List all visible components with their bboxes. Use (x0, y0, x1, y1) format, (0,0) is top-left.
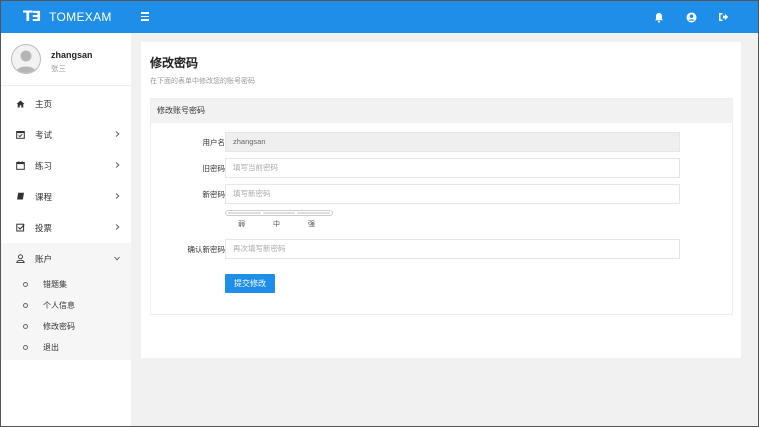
app-name: TOMEXAM (49, 10, 112, 24)
sidebar-item-label: 练习 (35, 160, 53, 171)
strength-segment (262, 212, 296, 214)
chevron-right-icon (113, 192, 121, 200)
user-real-name: 张三 (51, 64, 66, 73)
sidebar: zhangsan 张三 主页 考试 练习 课程 投票 账户 错题集 个人信息 修… (1, 33, 131, 426)
logo-mark: T∃ (23, 9, 41, 25)
strength-segment (228, 212, 261, 214)
strength-label-strong: 强 (308, 221, 315, 228)
sidebar-item-account[interactable]: 账户 (1, 243, 131, 274)
sidebar-item-course[interactable]: 课程 (1, 181, 131, 212)
account-submenu: 错题集 个人信息 修改密码 退出 (1, 274, 131, 360)
book-icon (15, 192, 25, 202)
new-password-input[interactable]: 填写新密码 (225, 184, 680, 204)
chevron-right-icon (113, 223, 121, 231)
panel-title: 修改账号密码 (151, 99, 732, 123)
submenu-item-profile[interactable]: 个人信息 (1, 295, 131, 316)
user-circle-icon[interactable] (684, 10, 698, 24)
sidebar-item-vote[interactable]: 投票 (1, 212, 131, 243)
chevron-right-icon (113, 161, 121, 169)
chevron-right-icon (113, 130, 121, 138)
strength-label-medium: 中 (273, 221, 280, 228)
confirm-password-input[interactable]: 再次填写新密码 (225, 239, 680, 259)
new-password-label: 新密码 (202, 190, 226, 199)
submenu-item-label: 个人信息 (43, 301, 75, 310)
sidebar-item-label: 课程 (35, 191, 53, 202)
app-window: T∃ TOMEXAM zhangsan 张三 主页 考试 练习 课程 投票 账户… (0, 0, 759, 427)
circle-icon (23, 324, 28, 329)
submenu-item-label: 退出 (43, 343, 59, 352)
avatar[interactable] (11, 44, 41, 74)
old-password-label: 旧密码 (202, 164, 226, 173)
content-card: 修改密码 在下面的表单中修改您的账号密码 修改账号密码 用户名 zhangsan… (141, 42, 741, 358)
submit-button[interactable]: 提交修改 (225, 274, 275, 293)
old-password-input[interactable]: 填写当前密码 (225, 158, 680, 178)
menu-toggle-icon[interactable] (141, 10, 150, 22)
submenu-item-change-password[interactable]: 修改密码 (1, 316, 131, 337)
check-square-icon (15, 223, 25, 233)
sidebar-item-label: 考试 (35, 129, 53, 140)
sidebar-item-practice[interactable]: 练习 (1, 150, 131, 181)
submenu-item-label: 错题集 (43, 280, 67, 289)
submenu-item-wrong-questions[interactable]: 错题集 (1, 274, 131, 295)
calendar-icon (15, 161, 25, 171)
strength-label-weak: 弱 (238, 221, 245, 228)
user-panel: zhangsan 张三 (1, 33, 131, 86)
confirm-password-label: 确认新密码 (187, 245, 226, 254)
sidebar-item-exam[interactable]: 考试 (1, 119, 131, 150)
strength-segment (297, 212, 331, 214)
submenu-item-logout[interactable]: 退出 (1, 337, 131, 358)
password-form-panel: 修改账号密码 用户名 zhangsan 旧密码 填写当前密码 新密码 填写新密码… (150, 98, 733, 315)
sidebar-item-label: 账户 (35, 253, 53, 264)
circle-icon (23, 282, 28, 287)
sidebar-item-label: 主页 (35, 98, 53, 109)
bell-icon[interactable] (652, 10, 666, 24)
home-icon (15, 99, 25, 109)
page-title: 修改密码 (150, 56, 199, 70)
user-name: zhangsan (51, 50, 93, 60)
sign-out-icon[interactable] (716, 10, 730, 24)
circle-icon (23, 345, 28, 350)
chevron-down-icon (113, 254, 121, 262)
sidebar-item-label: 投票 (35, 222, 53, 233)
circle-icon (23, 303, 28, 308)
logo[interactable]: T∃ TOMEXAM (23, 1, 112, 33)
sidebar-item-home[interactable]: 主页 (1, 88, 131, 119)
username-field: zhangsan (225, 132, 680, 152)
password-strength-meter (225, 210, 333, 216)
calendar-check-icon (15, 130, 25, 140)
page-subtitle: 在下面的表单中修改您的账号密码 (150, 78, 255, 85)
submenu-item-label: 修改密码 (43, 322, 75, 331)
top-navbar: T∃ TOMEXAM (1, 1, 758, 33)
username-label: 用户名 (202, 138, 226, 147)
user-icon (15, 254, 25, 264)
